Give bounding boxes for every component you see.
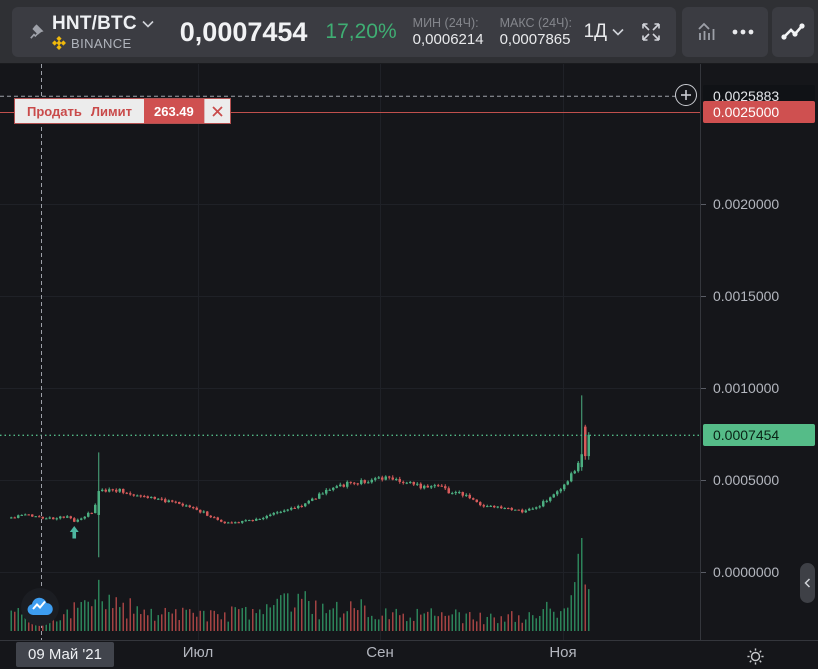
more-button[interactable] <box>731 29 755 35</box>
publish-cloud-button[interactable] <box>21 588 59 626</box>
exchange-name: BINANCE <box>71 35 132 51</box>
chevron-left-icon <box>804 578 811 588</box>
high-24h: МАКС (24Ч): 0,0007865 <box>499 16 572 48</box>
price-tick-label: 0.0015000 <box>713 288 780 304</box>
binance-logo-icon <box>52 36 66 50</box>
chevron-down-icon <box>142 20 154 28</box>
interval-selector[interactable]: 1Д <box>584 21 624 43</box>
chevron-down-icon <box>612 28 624 36</box>
current-price: 0,0007454 <box>179 16 308 47</box>
crosshair-date-label: 09 Май '21 <box>16 642 114 667</box>
sell-limit-order-label[interactable]: Продать Лимит 263.49 <box>14 98 231 124</box>
last-price-label: 0.0007454 <box>703 423 815 446</box>
add-alert-plus-icon[interactable] <box>675 84 697 106</box>
price-axis[interactable]: 0.0025883 0.0025000 0.0007454 0.0020000 0… <box>700 64 818 669</box>
time-axis[interactable]: 09 Май '21 Июл Сен Ноя <box>0 640 818 669</box>
price-tick-mark <box>701 296 706 297</box>
price-tick-label: 0.0020000 <box>713 196 780 212</box>
interval-value: 1Д <box>583 21 607 42</box>
time-axis-label: Июл <box>182 644 214 661</box>
collapse-panel-button[interactable] <box>800 563 815 603</box>
price-tick-mark <box>701 480 706 481</box>
price-tick-label: 0.0000000 <box>713 564 780 580</box>
chart-plot-area[interactable]: Продать Лимит 263.49 <box>0 64 700 640</box>
order-label-text: Продать Лимит <box>15 99 144 123</box>
price-tick-mark <box>701 388 706 389</box>
symbol-info-bar: HNT/BTC BINANCE 0,0007454 17,20% МИН (24… <box>12 7 676 57</box>
chart-tools-group <box>682 7 768 57</box>
order-price-label: 0.0025000 <box>703 101 815 123</box>
time-axis-label: Ноя <box>549 644 577 661</box>
price-tick-label: 0.0005000 <box>713 472 780 488</box>
price-tick-mark <box>701 572 706 573</box>
pin-icon[interactable] <box>26 23 44 41</box>
close-order-icon[interactable] <box>203 99 230 123</box>
cloud-icon <box>27 597 53 615</box>
symbol-menu[interactable]: HNT/BTC <box>52 14 154 33</box>
fullscreen-icon[interactable] <box>640 21 662 43</box>
more-icon <box>732 29 754 35</box>
chart-window: HNT/BTC BINANCE 0,0007454 17,20% МИН (24… <box>0 0 818 669</box>
top-toolbar: HNT/BTC BINANCE 0,0007454 17,20% МИН (24… <box>0 0 818 64</box>
low-24h: МИН (24Ч): 0,0006214 <box>412 16 484 48</box>
candlestick-chart <box>0 64 700 640</box>
price-tick-mark <box>701 204 706 205</box>
price-tick-label: 0.0010000 <box>713 380 780 396</box>
settings-gear-icon[interactable] <box>742 643 768 669</box>
symbol-name: HNT/BTC <box>52 13 137 34</box>
order-amount: 263.49 <box>144 99 204 123</box>
time-axis-label: Сен <box>366 644 394 661</box>
exchange-row: BINANCE <box>52 36 154 50</box>
line-chart-button[interactable] <box>780 21 806 43</box>
line-chart-tool <box>772 7 814 57</box>
change-percent: 17,20% <box>325 20 397 43</box>
chart-style-button[interactable] <box>695 20 719 44</box>
